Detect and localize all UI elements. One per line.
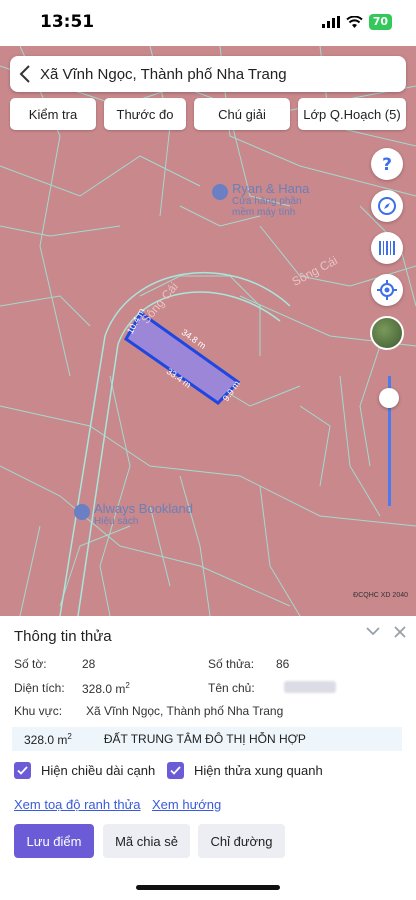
home-indicator: [136, 885, 280, 890]
help-button[interactable]: ?: [371, 148, 403, 180]
cadastral-map[interactable]: [0, 46, 416, 616]
checkbox-checked-icon: [14, 762, 31, 779]
directions-button[interactable]: Chỉ đường: [198, 824, 285, 858]
sheet-number-label: Số tờ:: [14, 657, 47, 671]
crosshair-icon: [377, 280, 397, 300]
barcode-icon: [379, 241, 395, 255]
search-text: Xã Vĩnh Ngọc, Thành phố Nha Trang: [40, 65, 287, 83]
book-icon: [74, 504, 90, 520]
wifi-icon: [346, 16, 363, 28]
region-label: Khu vực:: [14, 704, 63, 718]
locate-button[interactable]: [371, 274, 403, 306]
signal-icon: [321, 16, 340, 28]
poi-ryan-hana[interactable]: Ryan & Hana Cửa hàng phần mềm máy tính: [212, 182, 309, 218]
panel-controls: [366, 626, 406, 638]
check-button[interactable]: Kiểm tra: [10, 98, 96, 130]
poi-subtitle: mềm máy tính: [232, 207, 296, 218]
status-bar: 13:51 70: [0, 0, 416, 46]
checkbox-label: Hiện thửa xung quanh: [194, 763, 323, 778]
poi-name: Ryan & Hana: [232, 181, 310, 196]
status-icons: 70: [321, 14, 392, 30]
owner-label: Tên chủ:: [208, 681, 255, 695]
poi-always-bookland[interactable]: Always Bookland Hiệu sách: [74, 502, 193, 527]
checkbox-label: Hiện chiều dài cạnh: [41, 763, 156, 778]
zoom-slider-handle[interactable]: [379, 388, 399, 408]
search-bar[interactable]: Xã Vĩnh Ngọc, Thành phố Nha Trang: [10, 56, 406, 92]
battery-indicator: 70: [368, 14, 392, 30]
compass-icon: [378, 197, 396, 215]
save-point-button[interactable]: Lưu điểm: [14, 824, 94, 858]
planning-layer-button[interactable]: Lớp Q.Hoạch (5): [298, 98, 406, 130]
store-icon: [212, 184, 228, 200]
poi-subtitle: Cửa hàng phần: [232, 196, 302, 207]
show-edge-length-checkbox[interactable]: Hiện chiều dài cạnh: [14, 762, 155, 779]
checkbox-checked-icon: [167, 762, 184, 779]
back-button[interactable]: [10, 56, 40, 92]
area-label: Diện tích:: [14, 681, 65, 695]
satellite-layer-toggle[interactable]: [370, 316, 404, 350]
side-controls: ?: [370, 148, 404, 350]
sheet-number-value: 28: [82, 657, 96, 671]
share-code-button[interactable]: Mã chia sẻ: [103, 824, 190, 858]
show-neighbor-parcels-checkbox[interactable]: Hiện thửa xung quanh: [167, 762, 323, 779]
view-direction-link[interactable]: Xem hướng: [152, 797, 221, 812]
poi-subtitle: Hiệu sách: [94, 516, 139, 527]
status-time: 13:51: [40, 12, 95, 32]
chevron-down-icon[interactable]: [366, 626, 380, 636]
measure-button[interactable]: Thước đo: [104, 98, 186, 130]
chevron-left-icon: [19, 65, 30, 83]
land-use-row: 328.0 m2 ĐẤT TRUNG TÂM ĐÔ THỊ HỖN HỢP: [12, 727, 402, 751]
panel-title: Thông tin thửa: [14, 628, 112, 645]
area-value: 328.0 m2: [82, 681, 130, 696]
map-view[interactable]: 10.4 m 34.8 m 33.4 m 9.9 m Sông Cái Sông…: [0, 46, 416, 616]
parcel-number-value: 86: [276, 657, 290, 671]
poi-name: Always Bookland: [94, 501, 193, 516]
barcode-button[interactable]: [371, 232, 403, 264]
svg-text:?: ?: [382, 155, 392, 173]
legend-button[interactable]: Chú giải: [194, 98, 290, 130]
help-icon: ?: [382, 155, 392, 173]
region-value: Xã Vĩnh Ngọc, Thành phố Nha Trang: [86, 704, 284, 718]
land-use-type: ĐẤT TRUNG TÂM ĐÔ THỊ HỖN HỢP: [103, 732, 306, 746]
compass-button[interactable]: [371, 190, 403, 222]
land-use-area: 328.0 m2: [24, 731, 72, 747]
view-boundary-coordinates-link[interactable]: Xem toạ độ ranh thửa: [14, 797, 141, 812]
close-icon[interactable]: [394, 626, 406, 638]
owner-name-redacted: [284, 681, 336, 693]
map-credit: ĐCQHC XD 2040: [353, 592, 408, 599]
map-toolbar: Kiểm tra Thước đo Chú giải Lớp Q.Hoạch (…: [10, 98, 406, 130]
parcel-number-label: Số thửa:: [208, 657, 255, 671]
